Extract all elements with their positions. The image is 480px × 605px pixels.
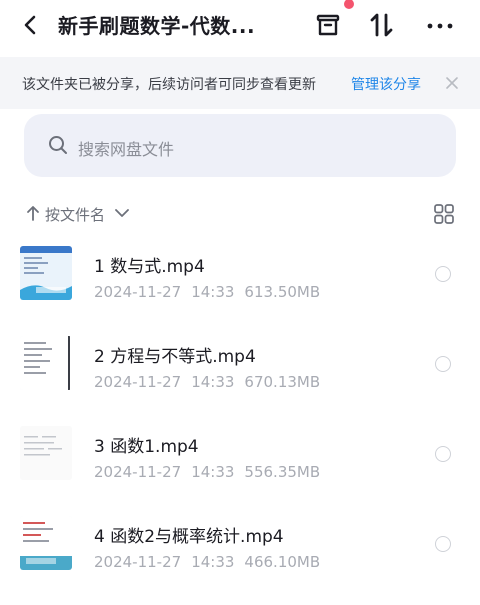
sort-bar: 按文件名 bbox=[0, 198, 480, 230]
notification-dot bbox=[344, 0, 354, 9]
file-size: 466.10MB bbox=[244, 553, 321, 571]
file-time: 14:33 bbox=[191, 553, 235, 571]
grid-view-icon[interactable] bbox=[433, 203, 455, 225]
file-name: 2 方程与不等式.mp4 bbox=[94, 347, 256, 367]
share-banner: 该文件夹已被分享，后续访问者可同步查看更新 管理该分享 bbox=[0, 57, 480, 109]
list-item[interactable]: 1 数与式.mp4 2024-11-27 14:33 613.50MB bbox=[0, 230, 480, 320]
back-arrow-icon[interactable] bbox=[18, 12, 44, 38]
sort-by-name-button[interactable]: 按文件名 bbox=[45, 204, 105, 225]
file-size: 670.13MB bbox=[244, 373, 321, 391]
file-size: 556.35MB bbox=[244, 463, 321, 481]
arrow-up-icon[interactable] bbox=[26, 204, 40, 222]
chevron-down-icon[interactable] bbox=[114, 206, 130, 220]
search-placeholder: 搜索网盘文件 bbox=[78, 140, 175, 159]
select-radio[interactable] bbox=[435, 356, 451, 372]
file-name: 1 数与式.mp4 bbox=[94, 257, 205, 277]
file-date: 2024-11-27 bbox=[94, 463, 182, 481]
search-icon bbox=[49, 136, 67, 154]
share-notice-text: 该文件夹已被分享，后续访问者可同步查看更新 bbox=[22, 77, 316, 93]
file-date: 2024-11-27 bbox=[94, 283, 182, 301]
list-item[interactable]: 3 函数1.mp4 2024-11-27 14:33 556.35MB bbox=[0, 410, 480, 500]
top-bar: 新手刷题数学-代数... bbox=[0, 0, 480, 50]
page-title: 新手刷题数学-代数... bbox=[58, 14, 256, 38]
file-date: 2024-11-27 bbox=[94, 373, 182, 391]
video-thumbnail bbox=[20, 336, 72, 390]
list-item[interactable]: 4 函数2与概率统计.mp4 2024-11-27 14:33 466.10MB bbox=[0, 500, 480, 590]
search-input[interactable]: 搜索网盘文件 bbox=[24, 114, 456, 177]
file-time: 14:33 bbox=[191, 283, 235, 301]
file-time: 14:33 bbox=[191, 373, 235, 391]
file-name: 3 函数1.mp4 bbox=[94, 437, 199, 457]
file-meta: 2024-11-27 14:33 466.10MB bbox=[94, 553, 330, 571]
video-thumbnail bbox=[20, 516, 72, 570]
video-thumbnail bbox=[20, 246, 72, 300]
file-meta: 2024-11-27 14:33 556.35MB bbox=[94, 463, 330, 481]
list-item[interactable]: 2 方程与不等式.mp4 2024-11-27 14:33 670.13MB bbox=[0, 320, 480, 410]
file-date: 2024-11-27 bbox=[94, 553, 182, 571]
select-radio[interactable] bbox=[435, 446, 451, 462]
file-size: 613.50MB bbox=[244, 283, 321, 301]
video-thumbnail bbox=[20, 426, 72, 480]
file-time: 14:33 bbox=[191, 463, 235, 481]
select-radio[interactable] bbox=[435, 536, 451, 552]
file-name: 4 函数2与概率统计.mp4 bbox=[94, 527, 284, 547]
manage-share-link[interactable]: 管理该分享 bbox=[351, 74, 421, 94]
close-icon[interactable] bbox=[444, 75, 460, 91]
more-icon[interactable] bbox=[424, 9, 456, 41]
select-radio[interactable] bbox=[435, 266, 451, 282]
archive-icon[interactable] bbox=[312, 9, 344, 41]
transfer-sort-icon[interactable] bbox=[366, 9, 398, 41]
file-meta: 2024-11-27 14:33 613.50MB bbox=[94, 283, 330, 301]
file-meta: 2024-11-27 14:33 670.13MB bbox=[94, 373, 330, 391]
